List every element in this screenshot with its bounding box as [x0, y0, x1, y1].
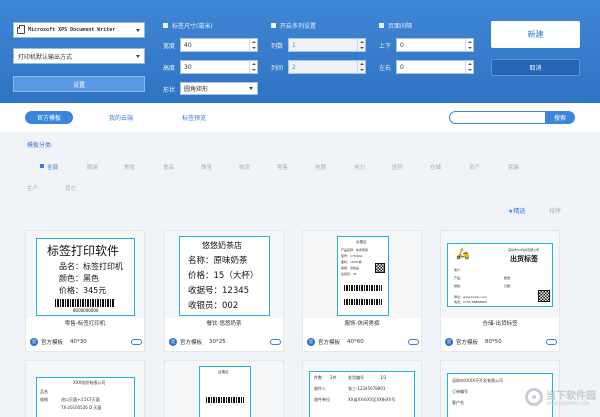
official-badge-icon: 官: [30, 338, 38, 346]
label-preview: 悠悠奶茶店 名称：原味奶茶 价格：15（大杯） 收据号：12345 收银员：00…: [179, 236, 270, 316]
new-button[interactable]: 新建: [491, 21, 580, 48]
category-assets[interactable]: 资产: [469, 163, 480, 171]
label-preview: 标签打印软件 品名：标签打印机 颜色：黑色 价格：345元 8000000000: [36, 238, 135, 316]
label-preview: 合格证: [199, 366, 251, 417]
template-card[interactable]: 悠悠奶茶店 名称：原味奶茶 价格：15（大杯） 收据号：12345 收银员：00…: [164, 230, 284, 352]
printer-name: Microsoft XPS Document Writer: [28, 27, 116, 33]
label-preview: 件数 2件 发货编号 1/2 收件人 张三-12345678901 收件单位 X…: [309, 371, 415, 417]
card-preview: 🛵 深圳市XX科技有限公司 出货标签 客户： 产品： 数量： 规格： 日期： 网…: [441, 231, 559, 318]
category-retail[interactable]: 零售: [277, 163, 288, 171]
margin-title: 页面间隔: [379, 21, 412, 30]
left-right-stepper[interactable]: 0: [396, 60, 474, 74]
template-card[interactable]: 🛵 深圳市XX科技有限公司 出货标签 客户： 产品： 数量： 规格： 日期： 网…: [440, 230, 560, 352]
printer-select[interactable]: Microsoft XPS Document Writer: [13, 22, 145, 38]
multi-row-toggle[interactable]: 开启多列设置: [271, 21, 316, 30]
height-stepper[interactable]: 30: [180, 60, 258, 74]
card-preview: 标签打印软件 品名：标签打印机 颜色：黑色 价格：345元 8000000000: [26, 231, 144, 318]
label-preview: XXX纺织有限公司 品名 规格 进口灭菌+3.5CF灭菌 TX-20160526…: [36, 377, 135, 417]
barcode: [344, 299, 382, 305]
cancel-button[interactable]: 取消: [491, 59, 580, 76]
settings-button[interactable]: 设置: [13, 76, 145, 92]
shape-select[interactable]: 圆角矩形: [180, 82, 258, 95]
tab-label-preview[interactable]: 标签预览: [170, 111, 218, 124]
label-size-title: 标签尺寸(毫米): [163, 21, 213, 30]
template-card[interactable]: 件数 2件 发货编号 1/2 收件人 张三-12345678901 收件单位 X…: [302, 360, 422, 417]
category-medicine[interactable]: 医药: [392, 163, 403, 171]
cloud-icon[interactable]: [270, 339, 281, 345]
toolbar: Microsoft XPS Document Writer 打印机默认输出方式 …: [0, 0, 600, 103]
card-preview: 合格证: [165, 361, 283, 417]
category-beauty[interactable]: 美妆: [124, 163, 135, 171]
card-preview: XXX纺织有限公司 品名 规格 进口灭菌+3.5CF灭菌 TX-20160526…: [26, 361, 144, 417]
tab-official-templates[interactable]: 官方模板: [25, 111, 73, 124]
card-title: 服饰-休闲男裤: [344, 321, 380, 327]
category-food[interactable]: 食品: [163, 163, 174, 171]
width-stepper[interactable]: 40: [180, 38, 258, 52]
active-marker: [40, 164, 44, 168]
category-production[interactable]: 生产: [27, 184, 38, 192]
category-home[interactable]: 家装: [508, 163, 519, 171]
height-label: 高度: [163, 65, 176, 72]
cloud-icon[interactable]: [131, 339, 142, 345]
logo-icon: [525, 388, 543, 406]
category-all[interactable]: 全部: [47, 163, 58, 171]
tab-bar: 官方模板 我的云端 标签预览 搜索: [0, 103, 600, 132]
search-button[interactable]: 搜索: [545, 111, 575, 124]
chevron-down-icon: [136, 54, 140, 58]
shape-label: 形状: [163, 87, 176, 94]
cloud-icon[interactable]: [408, 339, 419, 345]
category-clothing[interactable]: 服装: [87, 163, 98, 171]
category-appliance[interactable]: 电器: [315, 163, 326, 171]
category-other[interactable]: 其它: [65, 184, 76, 192]
cols-label: 列数: [271, 43, 284, 50]
cloud-icon[interactable]: [546, 339, 557, 345]
category-power[interactable]: 电力: [354, 163, 365, 171]
rows-stepper[interactable]: 2: [288, 60, 366, 74]
barcode: [344, 285, 382, 291]
watermark-logo: 当下软件园 WWW.DOWNXIA.COM: [525, 385, 596, 411]
printer-icon: [17, 24, 25, 34]
barcode: [206, 397, 244, 403]
category-title: 模板分类:: [27, 142, 54, 149]
template-card[interactable]: 标签打印软件 品名：标签打印机 颜色：黑色 价格：345元 8000000000…: [25, 230, 145, 352]
top-bottom-stepper[interactable]: 0: [396, 38, 474, 52]
card-preview: 件数 2件 发货编号 1/2 收件人 张三-12345678901 收件单位 X…: [303, 361, 421, 417]
template-card[interactable]: 合格证: [164, 360, 284, 417]
card-preview: 悠悠奶茶店 名称：原味奶茶 价格：15（大杯） 收据号：12345 收银员：00…: [165, 231, 283, 318]
card-preview: 合格证 产品名称：休闲男裤 型号：175/80A 面料：100%棉 等级：合格品…: [303, 231, 421, 318]
barcode: [55, 299, 115, 307]
qr-code: [538, 290, 550, 302]
category-logistics[interactable]: 物流: [239, 163, 250, 171]
search-input[interactable]: [449, 111, 546, 124]
card-title: 餐饮-悠悠奶茶: [206, 321, 242, 327]
card-title: 仓储-出货标签: [482, 321, 518, 327]
template-card[interactable]: 合格证 产品名称：休闲男裤 型号：175/80A 面料：100%棉 等级：合格品…: [302, 230, 422, 352]
sort-ranking[interactable]: 排序: [549, 206, 561, 215]
tab-my-cloud[interactable]: 我的云端: [97, 111, 145, 124]
checkbox[interactable]: [271, 23, 276, 28]
sort-featured[interactable]: ★精选: [508, 206, 525, 215]
qr-code: [375, 263, 385, 273]
top-bottom-label: 上下: [379, 43, 392, 50]
official-badge-icon: 官: [169, 338, 177, 346]
category-jewelry[interactable]: 珠宝: [201, 163, 212, 171]
output-mode-select[interactable]: 打印机默认输出方式: [13, 48, 145, 64]
output-mode-value: 打印机默认输出方式: [18, 53, 73, 61]
delivery-icon: 🛵: [456, 247, 470, 260]
cols-stepper[interactable]: 1: [288, 38, 366, 52]
official-badge-icon: 官: [307, 338, 315, 346]
label-preview: 🛵 深圳市XX科技有限公司 出货标签 客户： 产品： 数量： 规格： 日期： 网…: [447, 243, 553, 307]
rows-label: 列间: [271, 65, 284, 72]
chevron-down-icon: [136, 28, 140, 32]
left-right-label: 左右: [379, 65, 392, 72]
card-title: 零售-标签打印机: [64, 321, 106, 327]
category-warehouse[interactable]: 仓储: [430, 163, 441, 171]
label-preview: 合格证 产品名称：休闲男裤 型号：175/80A 面料：100%棉 等级：合格品…: [337, 236, 389, 316]
width-label: 宽度: [163, 43, 176, 50]
official-badge-icon: 官: [445, 338, 453, 346]
template-card[interactable]: XXX纺织有限公司 品名 规格 进口灭菌+3.5CF灭菌 TX-20160526…: [25, 360, 145, 417]
